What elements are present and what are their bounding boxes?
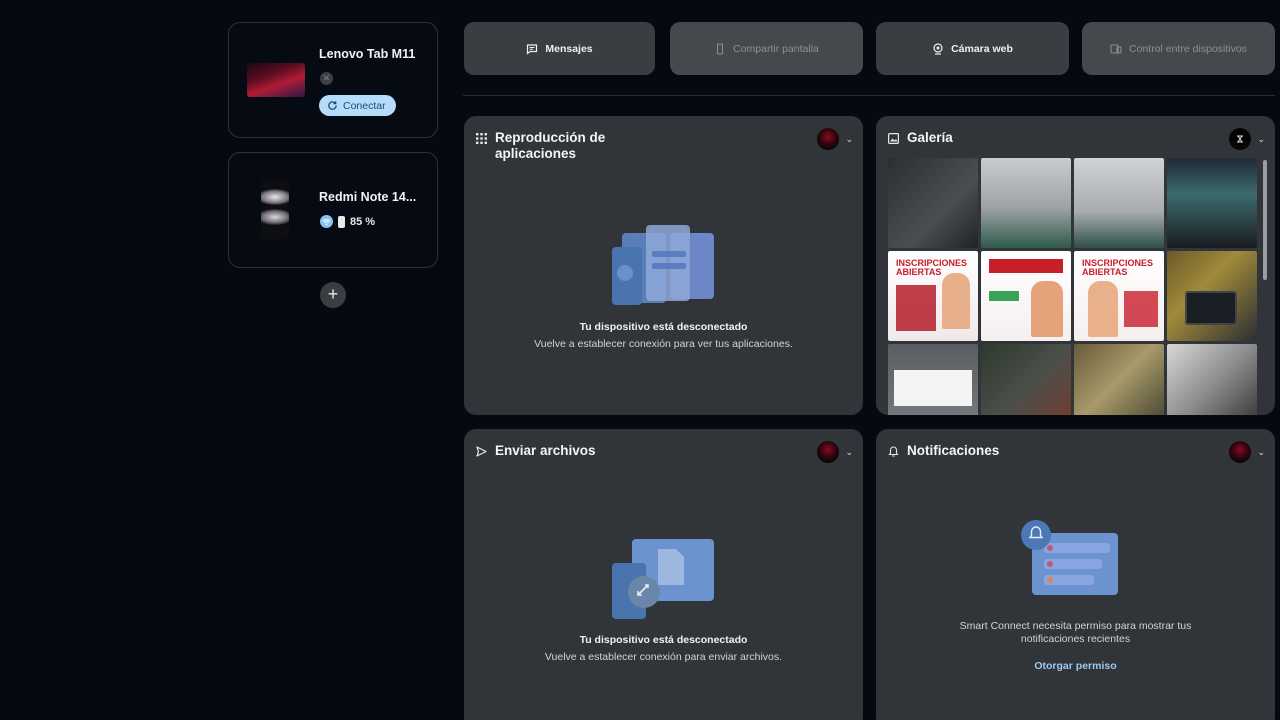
chevron-down-icon: ⌄ (845, 133, 853, 144)
chevron-down-icon: ⌄ (845, 446, 853, 457)
device-name: Lenovo Tab M11 (319, 47, 416, 61)
apps-status: Tu dispositivo está desconectado (579, 321, 748, 333)
device-selector[interactable]: ⌄ (1229, 441, 1265, 463)
gallery-poster[interactable] (981, 251, 1071, 341)
gallery-poster[interactable]: INSCRIPCIONES ABIERTAS (1074, 251, 1164, 341)
apps-illustration (612, 225, 714, 305)
gallery-title: Galería (907, 130, 953, 145)
apps-panel: Reproducción de aplicaciones ⌄ Tu dispos… (464, 116, 863, 415)
battery-icon (338, 215, 345, 228)
tablet-thumbnail (247, 63, 305, 97)
connect-button[interactable]: Conectar (319, 95, 396, 116)
battery-level: 85 % (350, 215, 376, 228)
messages-button[interactable]: Mensajes (464, 22, 655, 75)
gallery-photo[interactable] (1074, 158, 1164, 248)
gallery-scrollbar[interactable] (1263, 160, 1267, 280)
device-avatar (817, 128, 840, 150)
chevron-down-icon: ⌄ (1257, 133, 1265, 144)
device-card-redmi[interactable]: Redmi Note 14... 85 % (228, 152, 438, 268)
devices-icon (1110, 43, 1122, 54)
device-status: 85 % (320, 215, 375, 228)
divider (463, 95, 1275, 96)
chat-icon (527, 43, 538, 55)
gallery-photo[interactable] (1167, 158, 1257, 248)
disconnected-icon: ✕ (320, 72, 333, 85)
send-files-title: Enviar archivos (495, 443, 596, 458)
notifications-panel: Notificaciones ⌄ Smart Connect necesita … (876, 429, 1275, 720)
device-avatar (817, 441, 840, 463)
apps-panel-title: Reproducción de aplicaciones (495, 130, 606, 161)
device-name: Redmi Note 14... (319, 190, 417, 204)
gallery-photo[interactable] (1167, 251, 1257, 341)
send-icon (476, 446, 487, 457)
apps-grid-icon (476, 133, 487, 144)
grant-permission-link[interactable]: Otorgar permiso (876, 660, 1275, 672)
notifications-title: Notificaciones (907, 443, 1000, 458)
gallery-photo[interactable] (888, 344, 978, 415)
send-files-hint: Vuelve a establecer conexión para enviar… (544, 651, 783, 663)
gallery-photo[interactable] (981, 158, 1071, 248)
image-icon (888, 133, 899, 144)
gallery-photo[interactable] (981, 344, 1071, 415)
screen-share-button[interactable]: Compartir pantalla (670, 22, 863, 75)
cross-device-control-button[interactable]: Control entre dispositivos (1082, 22, 1275, 75)
device-card-lenovo[interactable]: Lenovo Tab M11 ✕ Conectar (228, 22, 438, 138)
notifications-message-line1: Smart Connect necesita permiso para most… (959, 620, 1192, 632)
notifications-message-line2: notificaciones recientes (1020, 633, 1131, 645)
send-files-illustration (612, 539, 714, 619)
cross-device-control-label: Control entre dispositivos (1129, 42, 1247, 55)
device-avatar (1229, 441, 1252, 463)
device-selector[interactable]: ⌄ (817, 441, 853, 463)
add-device-button[interactable]: + (320, 282, 346, 308)
device-avatar (1229, 128, 1252, 150)
wifi-icon (320, 215, 333, 228)
bell-icon (888, 446, 899, 457)
gallery-photo[interactable] (1167, 344, 1257, 415)
notifications-illustration (1021, 520, 1118, 595)
gallery-poster[interactable]: INSCRIPCIONES ABIERTAS (888, 251, 978, 341)
refresh-icon (328, 101, 337, 110)
webcam-label: Cámara web (951, 42, 1013, 55)
phone-icon (717, 42, 724, 55)
chevron-down-icon: ⌄ (1257, 446, 1265, 457)
connect-label: Conectar (343, 99, 386, 112)
gallery-photo[interactable] (1074, 344, 1164, 415)
send-files-panel: Enviar archivos ⌄ Tu dispositivo está de… (464, 429, 863, 720)
messages-label: Mensajes (545, 42, 593, 55)
webcam-button[interactable]: Cámara web (876, 22, 1069, 75)
apps-hint: Vuelve a establecer conexión para ver tu… (534, 338, 793, 350)
webcam-icon (933, 42, 943, 55)
gallery-photo[interactable] (888, 158, 978, 248)
device-selector[interactable]: ⌄ (817, 128, 853, 150)
gallery-grid: INSCRIPCIONES ABIERTAS INSCRIPCIONES ABI… (888, 158, 1261, 415)
phone-thumbnail (261, 179, 289, 239)
screen-share-label: Compartir pantalla (733, 42, 819, 55)
gallery-panel: Galería ⌄ INSCRIPCIONES ABIERTAS INSCRIP… (876, 116, 1275, 415)
device-selector[interactable]: ⌄ (1229, 128, 1265, 150)
send-files-status: Tu dispositivo está desconectado (579, 634, 748, 646)
